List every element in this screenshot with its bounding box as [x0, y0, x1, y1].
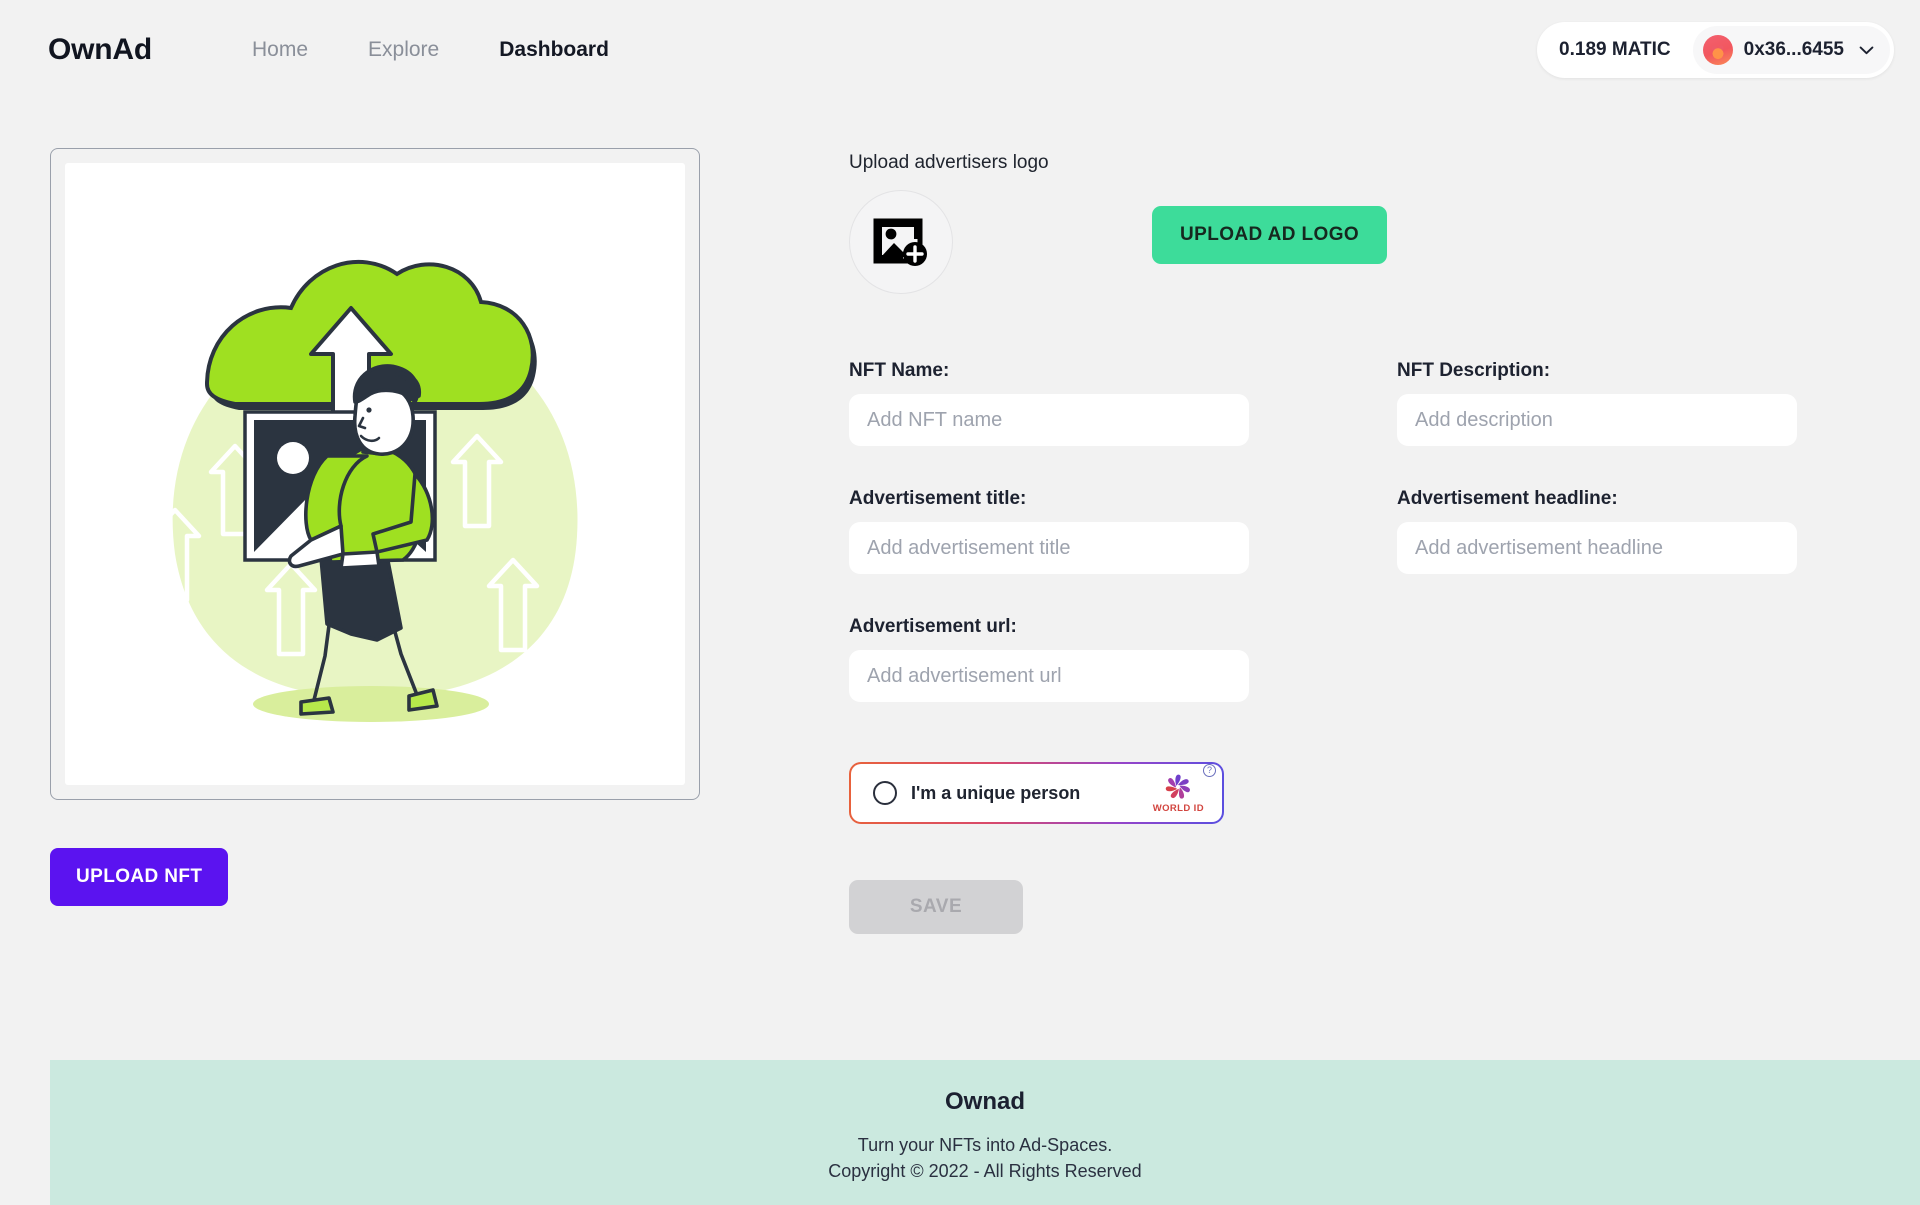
footer-title: Ownad — [944, 1088, 1025, 1115]
nft-name-label: NFT Name: — [849, 360, 950, 381]
upload-logo-label: Upload advertisers logo — [849, 152, 1049, 173]
upload-nft-button[interactable]: UPLOAD NFT — [50, 848, 229, 906]
world-id-brand: ? WORLD ID — [1152, 764, 1216, 814]
world-id-widget[interactable]: I'm a unique person ? WORLD ID — [849, 762, 1224, 824]
main-content: UPLOAD NFT Upload advertisers logo UPLOA… — [0, 100, 1920, 934]
field-nft-description: NFT Description: — [1397, 360, 1797, 488]
nav-item-home[interactable]: Home — [252, 38, 308, 62]
wallet-account-button[interactable]: 0x36...6455 — [1692, 26, 1890, 74]
app-footer: Ownad Turn your NFTs into Ad-Spaces. Cop… — [50, 1060, 1920, 1205]
question-mark-icon[interactable]: ? — [1203, 764, 1216, 777]
wallet-badge[interactable]: 0.189 MATIC 0x36...6455 — [1537, 22, 1894, 78]
nav-item-dashboard[interactable]: Dashboard — [499, 38, 609, 62]
unique-person-radio[interactable] — [873, 781, 897, 805]
nft-description-label: NFT Description: — [1397, 360, 1551, 381]
nft-preview-card[interactable] — [50, 148, 700, 800]
unique-person-label: I'm a unique person — [911, 782, 1081, 803]
field-nft-name: NFT Name: — [849, 360, 1249, 488]
upload-image-illustration — [148, 259, 578, 722]
advertisement-title-label: Advertisement title: — [849, 488, 1027, 509]
nft-name-input[interactable] — [849, 394, 1249, 446]
field-advertisement-headline: Advertisement headline: — [1397, 488, 1797, 616]
wallet-balance: 0.189 MATIC — [1559, 39, 1671, 60]
app-header: OwnAd Home Explore Dashboard 0.189 MATIC… — [0, 0, 1920, 100]
advertisement-url-input[interactable] — [849, 650, 1249, 702]
nft-description-input[interactable] — [1397, 394, 1797, 446]
nav-item-explore[interactable]: Explore — [368, 38, 439, 62]
advertiser-logo-avatar[interactable] — [849, 190, 953, 294]
advertisement-url-label: Advertisement url: — [849, 616, 1017, 637]
footer-tagline: Turn your NFTs into Ad-Spaces. — [857, 1135, 1113, 1155]
save-button[interactable]: SAVE — [849, 880, 1023, 934]
preview-column: UPLOAD NFT — [50, 148, 700, 934]
field-advertisement-url: Advertisement url: — [849, 616, 1249, 744]
main-nav: Home Explore Dashboard — [252, 38, 609, 62]
upload-ad-logo-button[interactable]: UPLOAD AD LOGO — [1152, 206, 1388, 264]
ad-form: NFT Name: NFT Description: Advertisement… — [849, 360, 1920, 744]
wallet-avatar-icon — [1702, 35, 1733, 65]
add-photo-icon — [873, 218, 927, 266]
advertisement-headline-input[interactable] — [1397, 522, 1797, 574]
nft-preview-area — [65, 163, 685, 785]
advertisement-headline-label: Advertisement headline: — [1397, 488, 1618, 509]
world-id-brand-text: WORLD ID — [1152, 803, 1204, 814]
wallet-address: 0x36...6455 — [1743, 39, 1844, 60]
advertisement-title-input[interactable] — [849, 522, 1249, 574]
world-id-logo-icon — [1166, 774, 1191, 799]
logo-upload-row: UPLOAD AD LOGO — [849, 190, 1920, 294]
brand-logo[interactable]: OwnAd — [48, 33, 152, 67]
form-column: Upload advertisers logo UPLOAD AD LOGO N… — [700, 148, 1920, 934]
chevron-down-icon — [1859, 45, 1874, 54]
footer-copyright: Copyright © 2022 - All Rights Reserved — [828, 1161, 1142, 1182]
field-advertisement-title: Advertisement title: — [849, 488, 1249, 616]
world-id-inner: I'm a unique person ? WORLD ID — [851, 764, 1222, 822]
